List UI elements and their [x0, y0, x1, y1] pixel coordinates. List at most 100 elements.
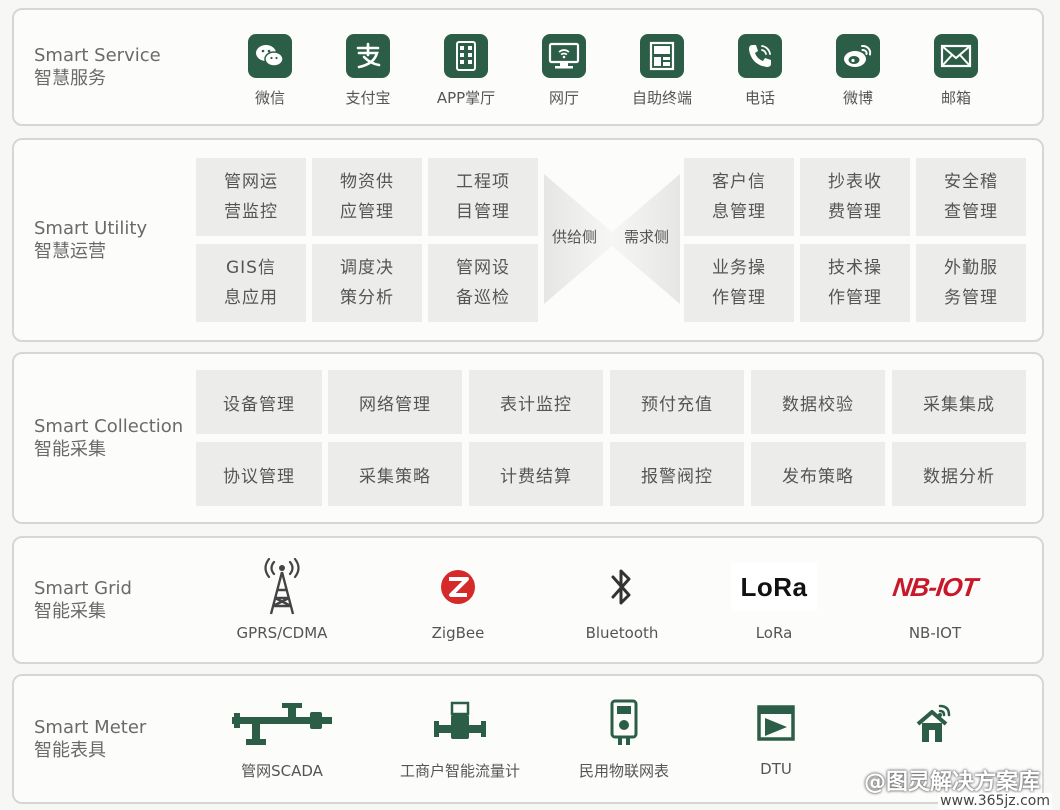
smart-service-title: Smart Service 智慧服务: [34, 44, 161, 90]
meter-label: 管网SCADA: [241, 762, 323, 780]
section-title-en: Smart Utility: [34, 218, 148, 239]
utility-demand-cell: 安全稽 查管理: [916, 158, 1026, 236]
service-label: 邮箱: [940, 89, 971, 107]
service-phone[interactable]: 电话: [720, 34, 800, 108]
grid-label: LoRa: [755, 624, 793, 642]
grid-gprs-cdma: GPRS/CDMA: [222, 558, 342, 642]
grid-label: Bluetooth: [585, 624, 659, 642]
section-title-en: Smart Meter: [34, 717, 147, 738]
grid-bluetooth: Bluetooth: [562, 558, 682, 642]
meter-smart-home: [894, 694, 974, 760]
collection-cell: 网络管理: [328, 370, 462, 434]
section-title-zh: 智能采集: [34, 601, 106, 622]
section-title-en: Smart Service: [34, 45, 161, 66]
meter-label: 民用物联网表: [578, 762, 669, 780]
section-title-zh: 智能表具: [34, 740, 106, 761]
phone-icon: [738, 34, 782, 78]
smart-service-panel: Smart Service 智慧服务 微信 支付宝 APP掌厅 网厅 自助终端: [12, 8, 1044, 126]
grid-label: NB-IOT: [908, 624, 962, 642]
section-title-en: Smart Grid: [34, 578, 132, 599]
section-title-zh: 智慧服务: [34, 68, 106, 89]
service-alipay[interactable]: 支付宝: [328, 34, 408, 108]
utility-demand-cell: 客户信 息管理: [684, 158, 794, 236]
service-weibo[interactable]: 微博: [818, 34, 898, 108]
meter-pipeline-scada: 管网SCADA: [220, 694, 344, 781]
flow-meter-icon: [382, 694, 538, 752]
meter-dtu: DTU: [736, 694, 816, 778]
meter-flow-meter: 工商户智能流量计: [382, 694, 538, 781]
utility-demand-cell: 技术操 作管理: [800, 244, 910, 322]
service-web-hall[interactable]: 网厅: [524, 34, 604, 108]
grid-lora: LoRa LoRa: [726, 558, 822, 642]
service-label: 网厅: [548, 89, 579, 107]
service-label: 微博: [842, 89, 873, 107]
utility-demand-cell: 抄表收 费管理: [800, 158, 910, 236]
smart-grid-panel: Smart Grid 智能采集 GPRS/CDMA ZigBee Bluetoo…: [12, 536, 1044, 664]
weibo-icon: [836, 34, 880, 78]
service-label: APP掌厅: [436, 89, 496, 107]
pipeline-scada-icon: [220, 694, 344, 752]
mail-icon: [934, 34, 978, 78]
utility-supply-cell: 工程项 目管理: [428, 158, 538, 236]
smart-utility-panel: Smart Utility 智慧运营 管网运 营监控 物资供 应管理 工程项 目管理 …: [12, 138, 1044, 342]
grid-label: ZigBee: [431, 624, 485, 642]
section-title-zh: 智慧运营: [34, 241, 106, 262]
meter-label: DTU: [760, 760, 792, 778]
grid-nb-iot: NB-IOT NB-IOT: [876, 558, 994, 643]
section-title-zh: 智能采集: [34, 439, 106, 460]
supply-side-label: 供给侧: [552, 228, 598, 246]
collection-cell: 采集集成: [892, 370, 1026, 434]
collection-cell: 预付充值: [610, 370, 744, 434]
collection-cell: 设备管理: [196, 370, 322, 434]
service-label: 自助终端: [631, 89, 692, 107]
dtu-icon: [736, 694, 816, 752]
mobile-app-icon: [444, 34, 488, 78]
collection-cell: 数据校验: [751, 370, 885, 434]
service-wechat[interactable]: 微信: [230, 34, 310, 108]
zigbee-icon: [398, 558, 518, 616]
utility-demand-cell: 业务操 作管理: [684, 244, 794, 322]
bluetooth-icon: [562, 558, 682, 616]
collection-cell: 数据分析: [892, 442, 1026, 506]
nb-iot-logo: NB-IOT: [891, 571, 979, 602]
utility-supply-cell: GIS信 息应用: [196, 244, 306, 322]
smart-home-icon: [894, 694, 974, 752]
collection-cell: 协议管理: [196, 442, 322, 506]
smart-meter-title: Smart Meter 智能表具: [34, 716, 146, 762]
service-mail[interactable]: 邮箱: [916, 34, 996, 108]
smart-collection-panel: Smart Collection 智能采集 设备管理 网络管理 表计监控 预付充…: [12, 352, 1044, 524]
service-label: 微信: [254, 89, 285, 107]
utility-supply-cell: 调度决 策分析: [312, 244, 422, 322]
service-app[interactable]: APP掌厅: [426, 34, 506, 108]
collection-cell: 表计监控: [469, 370, 603, 434]
utility-supply-cell: 物资供 应管理: [312, 158, 422, 236]
collection-cell: 计费结算: [469, 442, 603, 506]
kiosk-icon: [640, 34, 684, 78]
demand-side-label: 需求侧: [624, 228, 670, 246]
grid-zigbee: ZigBee: [398, 558, 518, 642]
utility-supply-cell: 管网设 备巡检: [428, 244, 538, 322]
grid-label: GPRS/CDMA: [236, 624, 328, 642]
utility-demand-cell: 外勤服 务管理: [916, 244, 1026, 322]
wechat-icon: [248, 34, 292, 78]
collection-cell: 报警阀控: [610, 442, 744, 506]
cell-tower-icon: [222, 558, 342, 616]
collection-cell: 发布策略: [751, 442, 885, 506]
smart-collection-title: Smart Collection 智能采集: [34, 415, 183, 461]
service-label: 支付宝: [345, 89, 391, 107]
watermark-text: @图灵解决方案库: [863, 770, 1040, 795]
lora-logo: LoRa: [726, 558, 822, 616]
utility-supply-cell: 管网运 营监控: [196, 158, 306, 236]
collection-cell: 采集策略: [328, 442, 462, 506]
section-title-en: Smart Collection: [34, 416, 184, 437]
meter-iot-meter: 民用物联网表: [562, 694, 686, 781]
smart-utility-title: Smart Utility 智慧运营: [34, 217, 147, 263]
watermark-url: www.365jz.com: [938, 793, 1052, 809]
iot-meter-icon: [562, 694, 686, 752]
service-kiosk[interactable]: 自助终端: [622, 34, 702, 108]
alipay-icon: [346, 34, 390, 78]
web-hall-icon: [542, 34, 586, 78]
smart-grid-title: Smart Grid 智能采集: [34, 577, 132, 623]
service-label: 电话: [744, 89, 775, 107]
meter-label: 工商户智能流量计: [399, 762, 520, 780]
